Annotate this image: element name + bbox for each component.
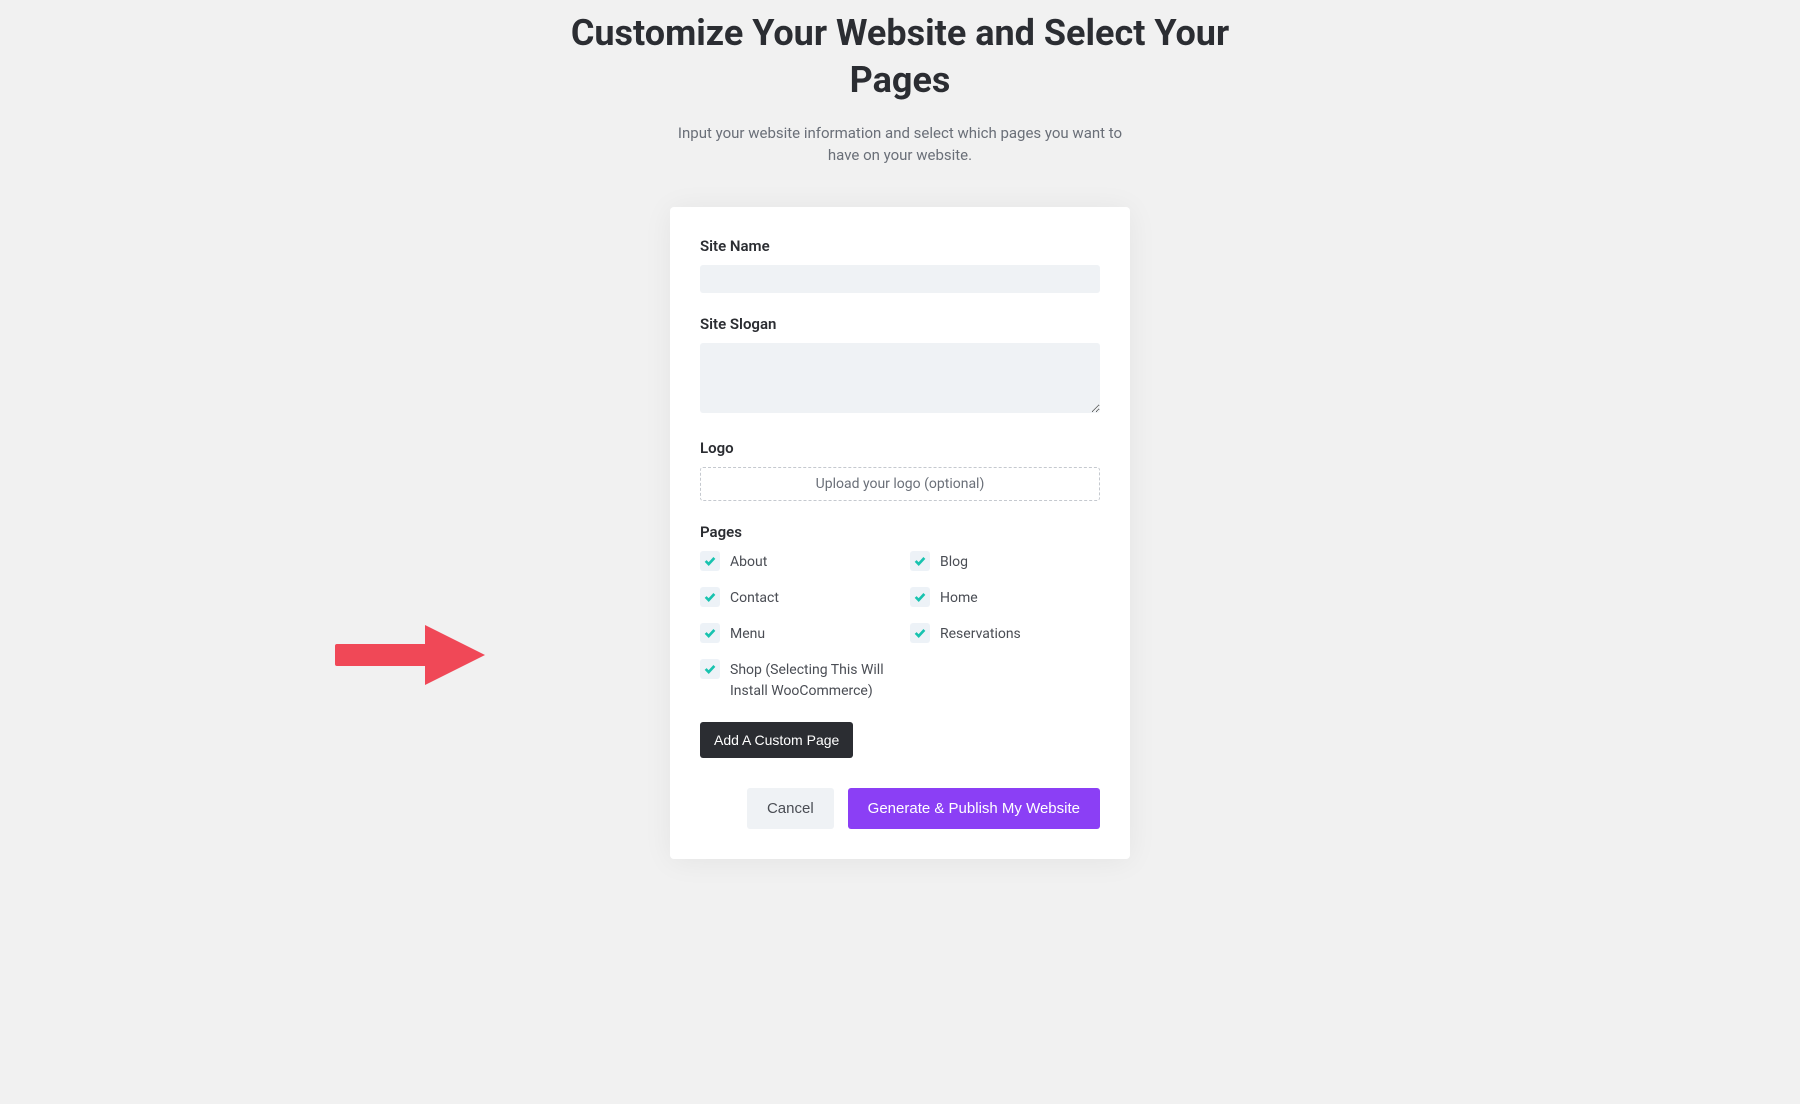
checkbox-blog[interactable] [910, 551, 930, 571]
annotation-arrow-icon [335, 625, 495, 685]
site-slogan-label: Site Slogan [700, 315, 1100, 333]
page-label-contact: Contact [730, 587, 779, 609]
page-item-shop[interactable]: Shop (Selecting This Will Install WooCom… [700, 659, 890, 702]
check-icon [703, 554, 717, 568]
add-custom-page-button[interactable]: Add A Custom Page [700, 722, 853, 758]
page-label-shop: Shop (Selecting This Will Install WooCom… [730, 659, 890, 702]
page-item-home[interactable]: Home [910, 587, 1100, 609]
site-slogan-input[interactable] [700, 343, 1100, 413]
customize-card: Site Name Site Slogan Logo Upload your l… [670, 207, 1130, 859]
checkbox-home[interactable] [910, 587, 930, 607]
page-label-menu: Menu [730, 623, 765, 645]
page-label-blog: Blog [940, 551, 968, 573]
checkbox-shop[interactable] [700, 659, 720, 679]
page-item-about[interactable]: About [700, 551, 890, 573]
checkbox-reservations[interactable] [910, 623, 930, 643]
checkbox-contact[interactable] [700, 587, 720, 607]
site-name-input[interactable] [700, 265, 1100, 293]
pages-label: Pages [700, 523, 1100, 541]
check-icon [703, 590, 717, 604]
page-label-reservations: Reservations [940, 623, 1021, 645]
generate-publish-button[interactable]: Generate & Publish My Website [848, 788, 1100, 829]
page-item-blog[interactable]: Blog [910, 551, 1100, 573]
check-icon [913, 554, 927, 568]
checkbox-menu[interactable] [700, 623, 720, 643]
page-title: Customize Your Website and Select Your P… [550, 10, 1250, 104]
page-label-about: About [730, 551, 767, 573]
logo-upload[interactable]: Upload your logo (optional) [700, 467, 1100, 501]
page-label-home: Home [940, 587, 978, 609]
page-item-contact[interactable]: Contact [700, 587, 890, 609]
checkbox-about[interactable] [700, 551, 720, 571]
check-icon [913, 626, 927, 640]
site-name-label: Site Name [700, 237, 1100, 255]
page-item-menu[interactable]: Menu [700, 623, 890, 645]
check-icon [703, 662, 717, 676]
check-icon [913, 590, 927, 604]
check-icon [703, 626, 717, 640]
logo-label: Logo [700, 439, 1100, 457]
page-item-reservations[interactable]: Reservations [910, 623, 1100, 645]
page-subtitle: Input your website information and selec… [670, 122, 1130, 167]
cancel-button[interactable]: Cancel [747, 788, 834, 829]
